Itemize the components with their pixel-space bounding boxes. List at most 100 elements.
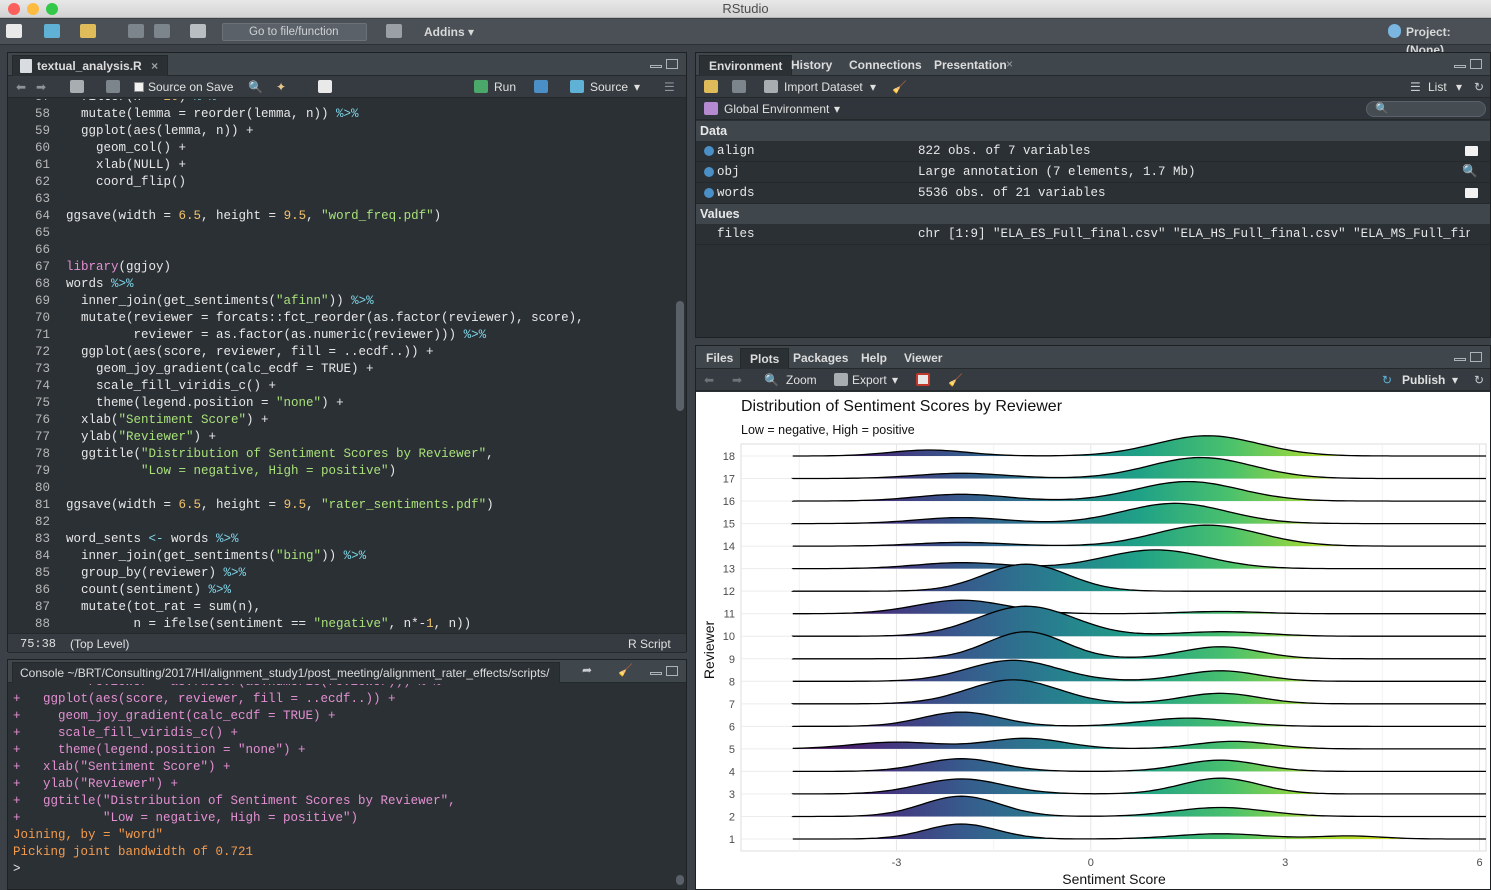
view-mode-selector[interactable]: List bbox=[1428, 79, 1447, 95]
goto-file-input[interactable]: Go to file/function bbox=[222, 23, 367, 41]
save-icon[interactable] bbox=[106, 80, 120, 93]
maximize-pane-button[interactable] bbox=[1470, 352, 1482, 362]
minimize-pane-button[interactable] bbox=[650, 65, 662, 68]
new-project-icon[interactable] bbox=[44, 24, 60, 38]
expand-icon[interactable] bbox=[704, 146, 714, 156]
zoom-button[interactable]: Zoom bbox=[786, 372, 817, 388]
search-icon[interactable]: 🔍 bbox=[1462, 162, 1478, 182]
tab-environment[interactable]: Environment bbox=[699, 55, 793, 76]
tab-viewer[interactable]: Viewer bbox=[895, 348, 951, 369]
expand-icon[interactable] bbox=[704, 188, 714, 198]
open-file-icon[interactable] bbox=[80, 24, 96, 38]
rerun-icon[interactable] bbox=[534, 80, 548, 93]
refresh-icon[interactable]: ↻ bbox=[1474, 372, 1484, 388]
code-line[interactable]: 84 inner_join(get_sentiments("bing")) %>… bbox=[8, 548, 672, 565]
code-editor[interactable]: 57 filter(n > 20) %>%58 mutate(lemma = r… bbox=[8, 99, 672, 635]
minimize-pane-button[interactable] bbox=[1454, 65, 1466, 68]
code-line[interactable]: 57 filter(n > 20) %>% bbox=[8, 99, 672, 106]
tab-help[interactable]: Help bbox=[852, 348, 896, 369]
chevron-down-icon[interactable]: ▾ bbox=[834, 101, 840, 117]
code-line[interactable]: 60 geom_col() + bbox=[8, 140, 672, 157]
code-line[interactable]: 68 words %>% bbox=[8, 276, 672, 293]
import-dataset-button[interactable]: Import Dataset bbox=[784, 79, 863, 95]
save-all-icon[interactable] bbox=[154, 24, 170, 38]
tab-connections[interactable]: Connections bbox=[840, 55, 931, 76]
chevron-down-icon[interactable]: ▾ bbox=[892, 372, 898, 388]
view-table-icon[interactable] bbox=[1465, 188, 1478, 198]
publish-button[interactable]: Publish bbox=[1402, 372, 1445, 388]
code-line[interactable]: 88 n = ifelse(sentiment == "negative", n… bbox=[8, 616, 672, 633]
chevron-down-icon[interactable]: ▾ bbox=[1456, 79, 1462, 95]
previous-plot-icon[interactable]: ⬅ bbox=[704, 372, 714, 388]
save-icon[interactable] bbox=[128, 24, 144, 38]
code-line[interactable]: 64 ggsave(width = 6.5, height = 9.5, "wor… bbox=[8, 208, 672, 225]
export-button[interactable]: Export bbox=[852, 372, 887, 388]
code-line[interactable]: 78 ggtitle("Distribution of Sentiment Sc… bbox=[8, 446, 672, 463]
minimize-pane-button[interactable] bbox=[1454, 358, 1466, 361]
environment-scope-selector[interactable]: Global Environment bbox=[724, 101, 829, 117]
save-workspace-icon[interactable] bbox=[732, 80, 746, 93]
show-in-window-icon[interactable] bbox=[70, 80, 84, 93]
tab-presentation[interactable]: Presentation bbox=[925, 55, 1016, 76]
addins-menu[interactable]: Addins bbox=[424, 23, 465, 41]
code-line[interactable]: 75 theme(legend.position = "none") + bbox=[8, 395, 672, 412]
compile-report-icon[interactable] bbox=[318, 80, 332, 93]
view-table-icon[interactable] bbox=[1465, 146, 1478, 156]
env-row[interactable]: files chr [1:9] "ELA_ES_Full_final.csv" "… bbox=[696, 224, 1490, 245]
code-line[interactable]: 76 xlab("Sentiment Score") + bbox=[8, 412, 672, 429]
go-to-directory-icon[interactable]: ➦ bbox=[582, 663, 592, 677]
close-tab-icon[interactable]: × bbox=[151, 59, 158, 73]
code-line[interactable]: 66 bbox=[8, 242, 672, 259]
env-row[interactable]: obj Large annotation (7 elements, 1.7 Mb)… bbox=[696, 162, 1490, 183]
source-on-save-checkbox[interactable] bbox=[134, 82, 144, 92]
refresh-icon[interactable]: ↻ bbox=[1474, 79, 1484, 95]
console-scrollbar[interactable] bbox=[676, 875, 684, 885]
new-file-icon[interactable] bbox=[6, 24, 22, 38]
code-line[interactable]: 71 reviewer = as.factor(as.numeric(revie… bbox=[8, 327, 672, 344]
code-line[interactable]: 79 "Low = negative, High = positive") bbox=[8, 463, 672, 480]
back-arrow-icon[interactable]: ⬅ bbox=[16, 79, 26, 95]
tab-files[interactable]: Files bbox=[697, 348, 742, 369]
document-outline-icon[interactable]: ☰ bbox=[664, 79, 675, 95]
code-line[interactable]: 87 mutate(tot_rat = sum(n), bbox=[8, 599, 672, 616]
editor-scrollbar[interactable] bbox=[676, 301, 684, 411]
run-button[interactable]: Run bbox=[494, 79, 516, 95]
code-line[interactable]: 83 word_sents <- words %>% bbox=[8, 531, 672, 548]
project-menu[interactable]: Project: (None) bbox=[1406, 23, 1491, 57]
forward-arrow-icon[interactable]: ➡ bbox=[36, 79, 46, 95]
code-line[interactable]: 86 count(sentiment) %>% bbox=[8, 582, 672, 599]
code-line[interactable]: 80 bbox=[8, 480, 672, 497]
editor-tab[interactable]: textual_analysis.R × bbox=[12, 55, 169, 76]
load-workspace-icon[interactable] bbox=[704, 80, 718, 93]
filetype-selector[interactable]: R Script bbox=[628, 636, 671, 652]
tab-history[interactable]: History bbox=[782, 55, 841, 76]
code-line[interactable]: 65 bbox=[8, 225, 672, 242]
chevron-down-icon[interactable]: ▾ bbox=[870, 79, 876, 95]
console-output[interactable]: + reviewer = as.factor(as.numeric(review… bbox=[8, 684, 672, 889]
code-line[interactable]: 82 bbox=[8, 514, 672, 531]
maximize-pane-button[interactable] bbox=[1470, 59, 1482, 69]
close-presentation-icon[interactable]: × bbox=[1006, 57, 1013, 71]
minimize-pane-button[interactable] bbox=[650, 672, 662, 675]
code-line[interactable]: 58 mutate(lemma = reorder(lemma, n)) %>% bbox=[8, 106, 672, 123]
maximize-pane-button[interactable] bbox=[666, 59, 678, 69]
close-window-button[interactable] bbox=[8, 3, 20, 15]
expand-icon[interactable] bbox=[704, 167, 714, 177]
code-line[interactable]: 77 ylab("Reviewer") + bbox=[8, 429, 672, 446]
env-row[interactable]: words 5536 obs. of 21 variables bbox=[696, 183, 1490, 204]
minimize-window-button[interactable] bbox=[27, 3, 39, 15]
code-line[interactable]: 73 geom_joy_gradient(calc_ecdf = TRUE) + bbox=[8, 361, 672, 378]
code-line[interactable]: 85 group_by(reviewer) %>% bbox=[8, 565, 672, 582]
env-search-input[interactable]: 🔍 bbox=[1366, 101, 1486, 117]
console-prompt[interactable]: > bbox=[13, 861, 28, 878]
clear-workspace-icon[interactable]: 🧹 bbox=[892, 79, 907, 95]
magic-wand-icon[interactable]: ✦ bbox=[276, 79, 286, 95]
scope-selector[interactable]: (Top Level) bbox=[70, 636, 129, 652]
clear-plots-icon[interactable]: 🧹 bbox=[948, 372, 963, 388]
code-line[interactable]: 72 ggplot(aes(score, reviewer, fill = ..… bbox=[8, 344, 672, 361]
code-line[interactable]: 69 inner_join(get_sentiments("afinn")) %… bbox=[8, 293, 672, 310]
plot-viewer[interactable]: Distribution of Sentiment Scores by Revi… bbox=[696, 392, 1490, 889]
code-line[interactable]: 62 coord_flip() bbox=[8, 174, 672, 191]
code-line[interactable]: 61 xlab(NULL) + bbox=[8, 157, 672, 174]
search-icon[interactable]: 🔍 bbox=[248, 79, 263, 95]
